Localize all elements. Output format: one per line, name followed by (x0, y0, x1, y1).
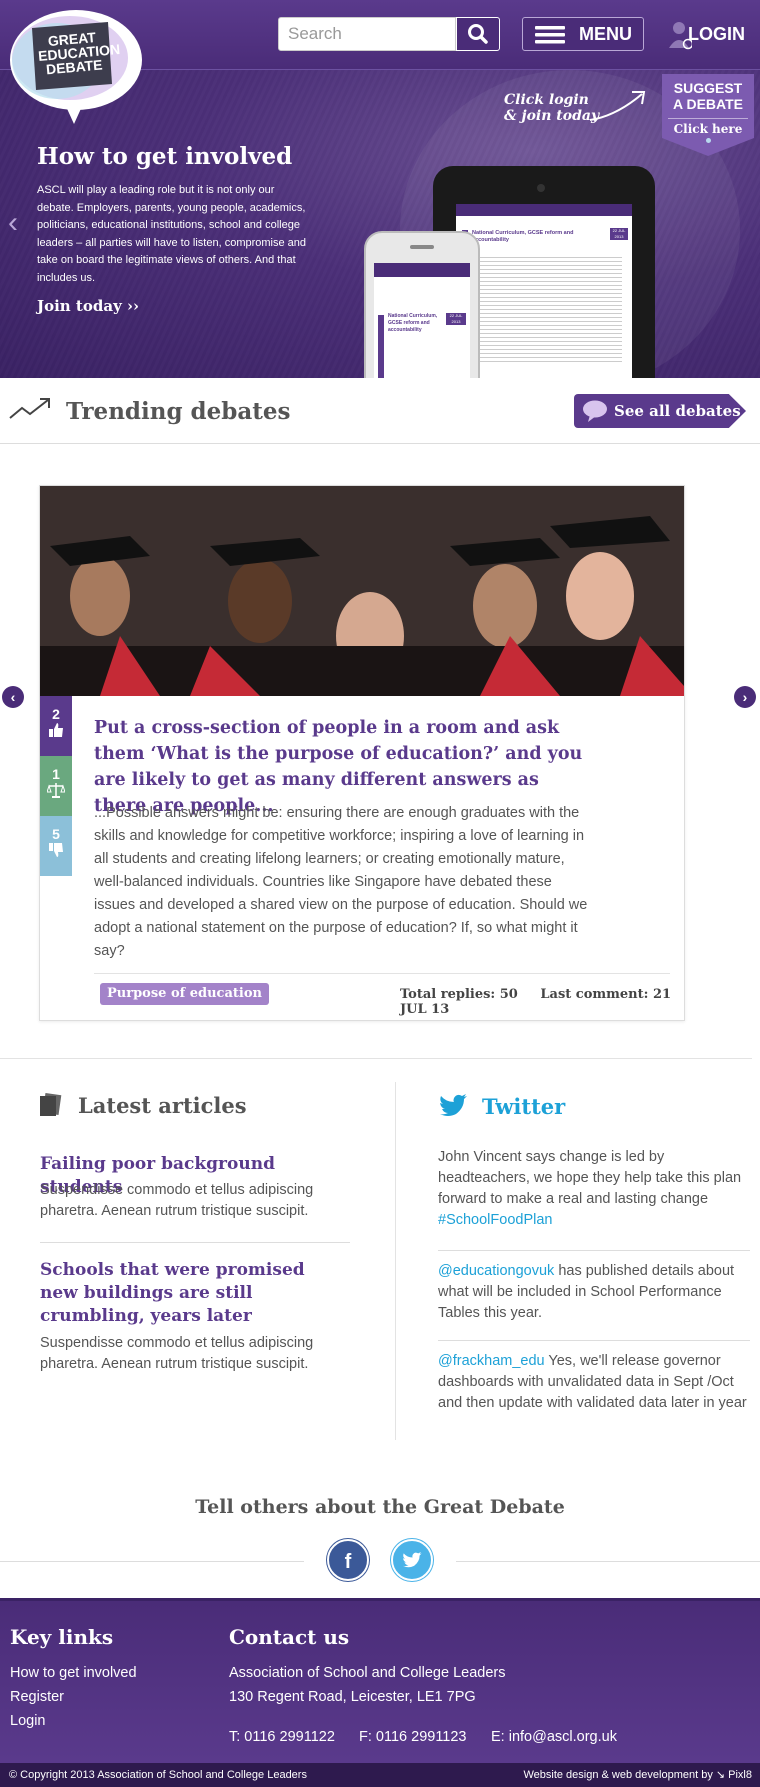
tablet-camera (537, 184, 545, 192)
search-button[interactable] (456, 17, 500, 51)
click-login-note: Click login & join today (504, 92, 599, 124)
vote-up-count: 2 (52, 706, 60, 722)
total-replies: Total replies: 50 (400, 987, 518, 1002)
tablet-screen-title: National Curriculum, GCSE reform and acc… (472, 230, 574, 243)
footer: Key links How to get involved Register L… (0, 1598, 760, 1763)
debate-tag[interactable]: Purpose of education (100, 983, 269, 1005)
vote-neutral-button[interactable]: 1 (40, 756, 72, 816)
article-divider (40, 1242, 350, 1243)
tweet: @educationgovuk has published details ab… (438, 1261, 748, 1324)
tweet-divider (438, 1250, 750, 1251)
click-login-line2: & join today (504, 108, 600, 124)
menu-label: MENU (579, 24, 632, 44)
footer-link[interactable]: How to get involved (10, 1661, 137, 1685)
vote-up-button[interactable]: 2 (40, 696, 72, 756)
phone-mockup: National Curriculum, GCSE reform and acc… (364, 231, 480, 378)
click-login-line1: Click login (504, 92, 589, 108)
tablet-screen-lines (472, 254, 622, 364)
debate-stats: Total replies: 50 Last comment: 21 JUL 1… (400, 987, 684, 1017)
tweet-text: John Vincent says change is led by headt… (438, 1149, 742, 1207)
contact-org: Association of School and College Leader… (229, 1665, 506, 1681)
menu-button[interactable]: MENU (522, 17, 644, 51)
suggest-divider (668, 118, 748, 119)
bottom-bar: © Copyright 2013 Association of School a… (0, 1763, 760, 1787)
speech-bubble-icon (583, 400, 607, 422)
copyright: © Copyright 2013 Association of School a… (9, 1769, 307, 1781)
tablet-screen-header (456, 204, 632, 216)
twitter-title: Twitter (482, 1094, 566, 1119)
article-title[interactable]: Schools that were promised new buildings… (40, 1259, 340, 1328)
article-summary: Suspendisse commodo et tellus adipiscing… (40, 1335, 314, 1372)
trending-icon (9, 398, 50, 419)
vote-down-button[interactable]: 5 (40, 816, 72, 876)
facebook-share-button[interactable]: f (327, 1539, 369, 1581)
articles-icon (40, 1093, 62, 1116)
phone-screen-date: 22 JUL 2013 (446, 313, 466, 325)
contact-phone: T: 0116 2991122 (229, 1729, 335, 1745)
hero-prev-arrow[interactable]: ‹ (8, 208, 18, 238)
contact-title: Contact us (229, 1625, 350, 1649)
key-links-title: Key links (10, 1625, 114, 1649)
login-link[interactable]: LOGIN (668, 20, 745, 50)
login-label: LOGIN (688, 24, 745, 44)
share-title: Tell others about the Great Debate (195, 1496, 565, 1518)
tweet-mention-link[interactable]: @frackham_edu (438, 1353, 545, 1369)
vote-down-count: 5 (52, 826, 60, 842)
tweet-divider (438, 1340, 750, 1341)
tweet: @frackham_edu Yes, we'll release governo… (438, 1351, 748, 1414)
phone-screen-bar (378, 315, 384, 378)
hero-text: ASCL will play a leading role but it is … (37, 184, 307, 284)
phone-screen-title: National Curriculum, GCSE reform and acc… (388, 313, 438, 333)
suggest-cta: Click here (673, 122, 743, 136)
graduates-photo (40, 486, 684, 696)
user-icon (669, 22, 692, 50)
suggest-dot (705, 138, 711, 143)
footer-link[interactable]: Login (10, 1709, 45, 1733)
debate-card[interactable]: 2 1 5 Put a cross-section of people in a… (39, 485, 685, 1021)
tablet-screen: National Curriculum, GCSE reform and acc… (456, 204, 632, 378)
tablet-screen-date: 22 JUL 2013 (610, 228, 628, 240)
twitter-share-button[interactable] (391, 1539, 433, 1581)
see-all-debates-button[interactable]: See all debates (574, 394, 746, 428)
phone-screen: National Curriculum, GCSE reform and acc… (374, 263, 470, 378)
curved-arrow-icon (589, 91, 646, 121)
debate-excerpt: ...Possible answers might be: ensuring t… (94, 805, 588, 959)
footer-link[interactable]: Register (10, 1685, 64, 1709)
search-input[interactable]: Search (278, 17, 456, 51)
facebook-icon: f (344, 1551, 352, 1573)
phone-screen-header (374, 263, 470, 277)
vote-neutral-count: 1 (52, 766, 60, 782)
contact-address: 130 Regent Road, Leicester, LE1 7PG (229, 1689, 476, 1705)
tweet-hashtag-link[interactable]: #SchoolFoodPlan (438, 1212, 552, 1228)
carousel-prev-button[interactable]: ‹ (2, 686, 24, 708)
hero-banner: GREAT EDUCATION DEBATE Search MENU LOGIN… (0, 0, 760, 378)
phone-speaker (410, 245, 434, 249)
tweet-mention-link[interactable]: @educationgovuk (438, 1263, 554, 1279)
latest-articles-title: Latest articles (78, 1093, 247, 1118)
thumbs-up-icon (49, 723, 63, 737)
tweet: John Vincent says change is led by headt… (438, 1147, 748, 1231)
carousel-next-button[interactable]: › (734, 686, 756, 708)
scales-icon (46, 783, 66, 798)
thumbs-down-icon (49, 843, 63, 857)
twitter-bird-icon (440, 1094, 467, 1116)
article-summary: Suspendisse commodo et tellus adipiscing… (40, 1182, 314, 1219)
credit-link[interactable]: Website design & web development by ↘ Pi… (523, 1763, 752, 1787)
contact-fax: F: 0116 2991123 (359, 1729, 467, 1745)
suggest-line1: SUGGEST (673, 80, 743, 96)
hamburger-icon (535, 26, 565, 44)
search-icon (468, 24, 488, 44)
twitter-icon (403, 1552, 422, 1568)
suggest-line2: A DEBATE (673, 96, 743, 112)
hero-title: How to get involved (37, 143, 293, 170)
column-divider (395, 1082, 396, 1440)
trending-title: Trending debates (66, 398, 291, 425)
logo-text: GREAT EDUCATION DEBATE (37, 28, 121, 78)
contact-email[interactable]: E: info@ascl.org.uk (491, 1725, 617, 1749)
see-all-label: See all debates (614, 402, 741, 420)
site-logo[interactable]: GREAT EDUCATION DEBATE (2, 6, 142, 124)
join-today-link[interactable]: Join today ›› (37, 297, 139, 315)
section-divider (0, 1058, 752, 1059)
